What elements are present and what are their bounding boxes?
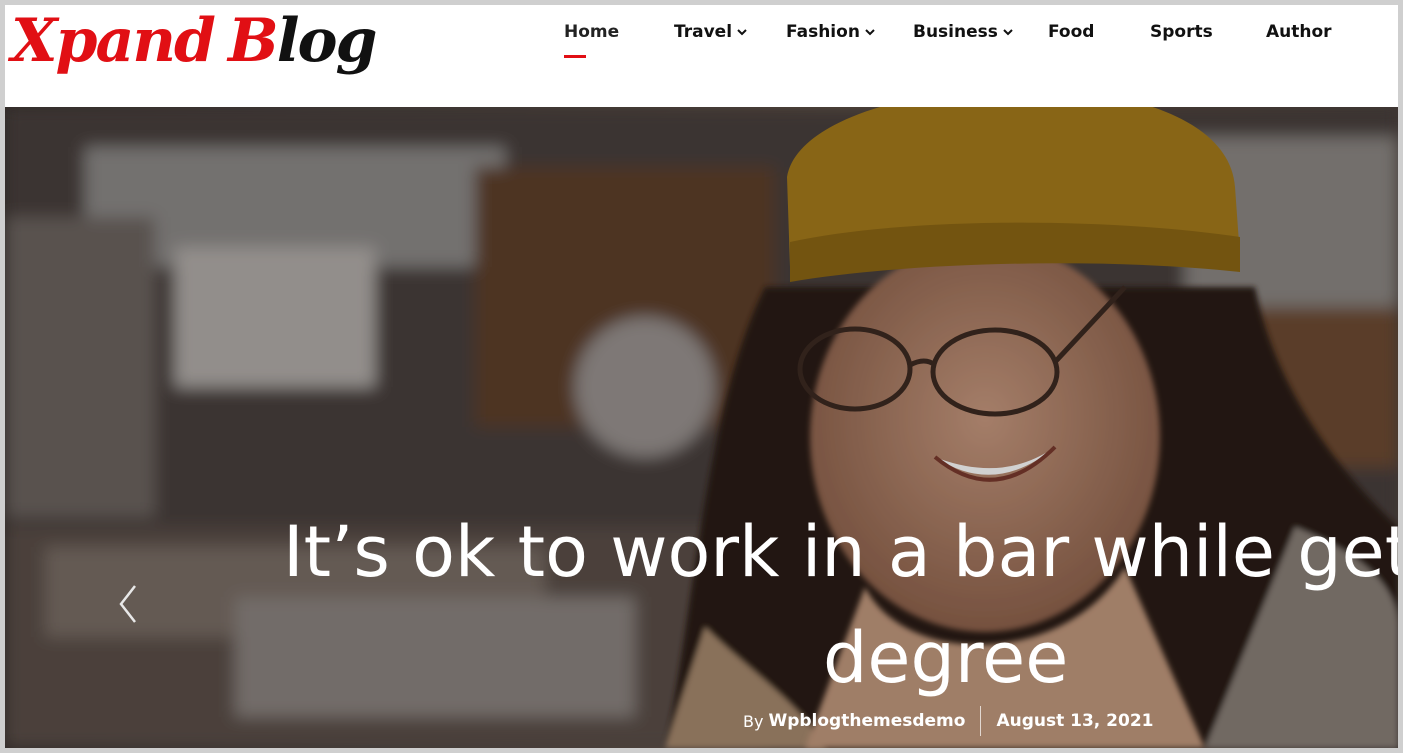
by-label: By <box>743 711 764 731</box>
nav-business-label: Business <box>913 22 998 42</box>
nav-sports[interactable]: Sports <box>1150 19 1213 49</box>
meta-divider <box>980 706 982 736</box>
nav-travel-label: Travel <box>674 22 733 42</box>
nav-author-label: Author <box>1266 22 1332 42</box>
nav-food[interactable]: Food <box>1048 19 1094 49</box>
nav-travel[interactable]: Travel <box>674 19 749 49</box>
page-frame: Xpand Blog Home Travel Fashion Business F… <box>5 5 1398 748</box>
post-author-link[interactable]: Wpblogthemesdemo <box>768 711 965 731</box>
hero-title[interactable]: It’s ok to work in a bar while get degre… <box>5 499 1398 711</box>
nav-home-label: Home <box>564 22 620 42</box>
chevron-down-icon <box>1003 29 1013 36</box>
nav-sports-label: Sports <box>1150 22 1213 42</box>
nav-fashion[interactable]: Fashion <box>786 19 877 49</box>
nav-author[interactable]: Author <box>1266 19 1332 49</box>
hero-slider: It’s ok to work in a bar while get degre… <box>5 107 1398 748</box>
logo-part-2: B <box>227 6 279 76</box>
chevron-down-icon <box>737 29 747 36</box>
chevron-down-icon <box>865 29 875 36</box>
site-logo[interactable]: Xpand Blog <box>11 5 378 81</box>
active-indicator <box>564 55 586 58</box>
post-date[interactable]: August 13, 2021 <box>996 711 1153 731</box>
logo-part-3: log <box>276 6 378 76</box>
nav-home[interactable]: Home <box>564 19 620 58</box>
hero-title-line-2: degree <box>823 617 1069 699</box>
hero-title-line-1: It’s ok to work in a bar while get <box>283 511 1398 593</box>
post-meta: By Wpblogthemesdemo August 13, 2021 <box>743 704 1153 738</box>
nav-food-label: Food <box>1048 22 1095 42</box>
nav-fashion-label: Fashion <box>786 22 860 42</box>
logo-part-1: Xpand <box>11 6 216 76</box>
site-header: Xpand Blog Home Travel Fashion Business F… <box>5 5 1398 107</box>
nav-business[interactable]: Business <box>913 19 1015 49</box>
